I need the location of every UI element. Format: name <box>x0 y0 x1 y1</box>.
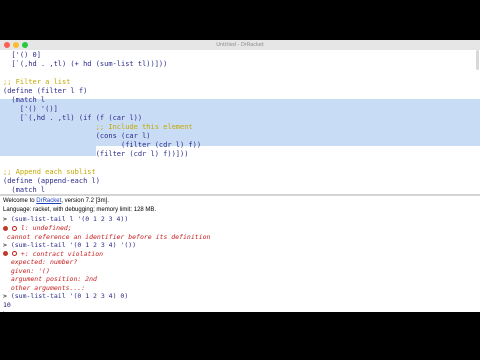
code-line: ;; Filter a list <box>3 78 71 86</box>
code-line: (cons (car l) <box>3 132 151 140</box>
stop-icon[interactable] <box>11 251 17 256</box>
code-line: (filter (cdr l) f))])) <box>3 150 189 158</box>
repl-error-2-position: argument position: 2nd <box>3 275 97 283</box>
repl-prompt[interactable]: > <box>3 309 7 312</box>
repl-error-2: +: contract violation <box>3 250 103 259</box>
repl-input-3: > (sum-list-tail '(0 1 2 3 4) 0) <box>3 292 129 300</box>
code-line: (define (filter l f) <box>3 87 88 95</box>
repl-input-2: > (sum-list-tail '(0 1 2 3 4) '()) <box>3 241 137 249</box>
language-banner: Language: racket, with debugging; memory… <box>3 207 157 213</box>
code-line: ;; Include this element <box>3 123 193 131</box>
repl-error-1: l: undefined; <box>3 224 72 233</box>
code-line: (match l <box>3 186 46 194</box>
stop-icon[interactable] <box>11 225 17 231</box>
repl-error-2-expected: expected: number? <box>3 258 78 266</box>
repl-error-2-others: other arguments...: <box>3 283 86 292</box>
interactions-pane[interactable]: Welcome to DrRacket, version 7.2 [3m]. L… <box>0 196 480 312</box>
code-line: ['() '()] <box>3 105 58 113</box>
code-line: [`(,hd . ,tl) (+ hd (sum-list tl))])) <box>3 60 168 68</box>
bug-icon[interactable] <box>3 251 8 256</box>
repl-error-1-detail: cannot reference an identifier before it… <box>3 232 211 241</box>
code-line: (match l <box>3 96 46 104</box>
code-line: [`(,hd . ,tl) (if (f (car l)) <box>3 114 143 122</box>
repl-error-2-given: given: '() <box>3 266 50 275</box>
code-line: ;; Append each sublist <box>3 168 96 176</box>
bug-icon[interactable] <box>3 225 8 231</box>
code-line: ['() 0] <box>3 51 41 59</box>
editor-scrollbar[interactable] <box>476 50 479 70</box>
code-line: (filter (cdr l) f)) <box>3 141 202 149</box>
drracket-link[interactable]: DrRacket <box>36 198 61 204</box>
repl-input-1: > (sum-list-tail l '(0 1 2 3 4)) <box>3 215 129 223</box>
code-line: (define (append-each l) <box>3 177 100 185</box>
window-title: Untitled - DrRacket <box>216 42 264 48</box>
welcome-banner: Welcome to DrRacket, version 7.2 [3m]. <box>3 198 109 204</box>
repl-result-3: 10 <box>3 300 11 309</box>
definitions-editor[interactable]: ['() 0] [`(,hd . ,tl) (+ hd (sum-list tl… <box>0 50 480 194</box>
drracket-window: Untitled - DrRacket ['() 0] [`(,hd . ,tl… <box>0 40 480 312</box>
